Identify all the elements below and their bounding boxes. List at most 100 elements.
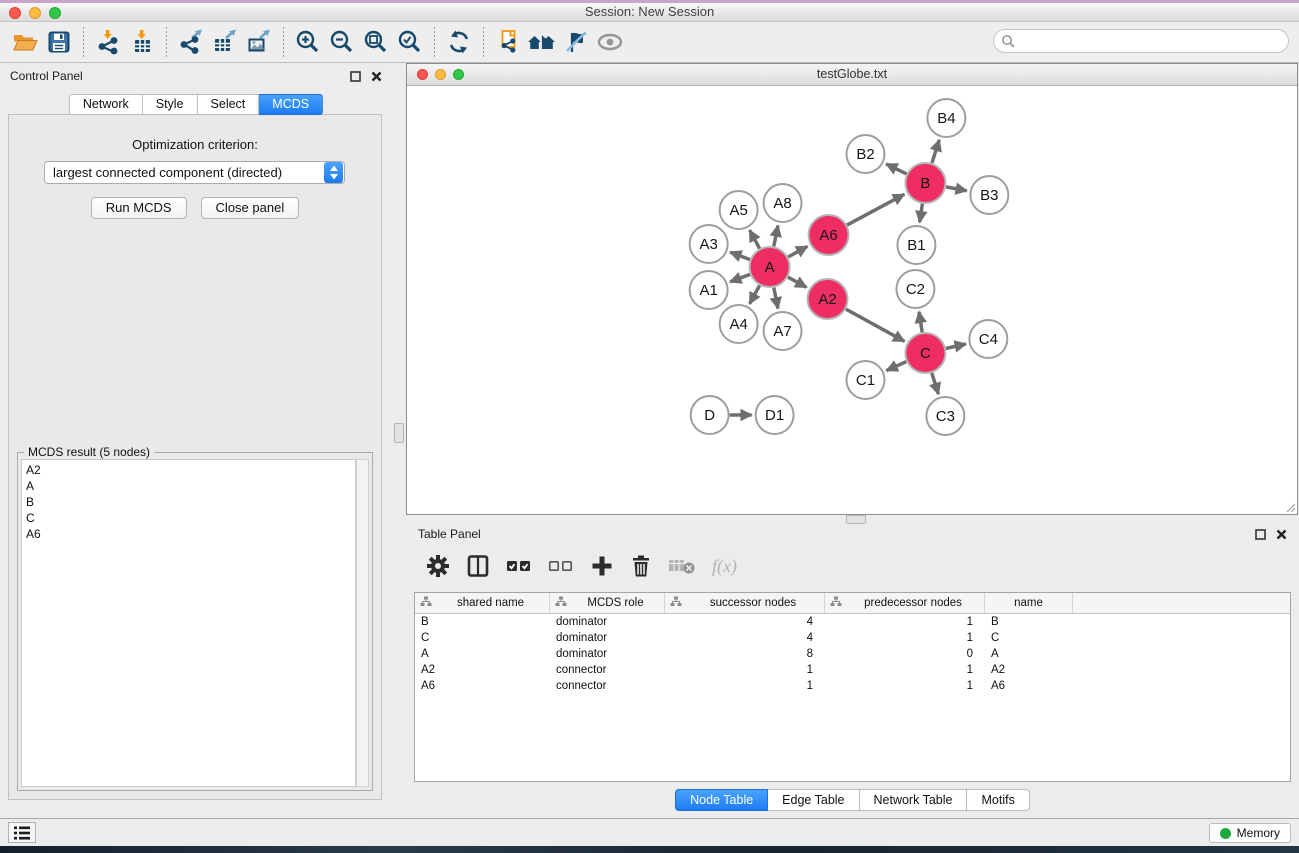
edge-C-C3[interactable] bbox=[932, 373, 939, 394]
node-B4[interactable]: B4 bbox=[927, 99, 965, 137]
tab-network[interactable]: Network bbox=[69, 94, 143, 115]
edge-A-A5[interactable] bbox=[750, 230, 760, 248]
create-column-plus-icon[interactable] bbox=[590, 554, 614, 578]
edge-B-B4[interactable] bbox=[932, 140, 939, 163]
node-C2[interactable]: C2 bbox=[896, 270, 934, 308]
search-field[interactable] bbox=[993, 29, 1289, 53]
edge-A-A1[interactable] bbox=[730, 274, 750, 282]
table-row[interactable]: Adominator80A bbox=[415, 646, 1290, 662]
node-D1[interactable]: D1 bbox=[756, 396, 794, 434]
tab-select[interactable]: Select bbox=[198, 94, 260, 115]
close-panel-button[interactable]: Close panel bbox=[201, 197, 300, 219]
network-zoom-button[interactable] bbox=[453, 69, 464, 80]
cybrowser-home-icon[interactable] bbox=[525, 26, 559, 58]
mcds-list-scrollbar[interactable] bbox=[356, 459, 369, 787]
open-session-icon[interactable] bbox=[8, 26, 42, 58]
task-history-button[interactable] bbox=[8, 822, 36, 843]
column-header-successor-nodes[interactable]: successor nodes bbox=[665, 593, 825, 613]
zoom-selected-icon[interactable] bbox=[393, 26, 427, 58]
edge-B-B1[interactable] bbox=[920, 204, 923, 222]
edge-B-B2[interactable] bbox=[886, 164, 906, 174]
network-minimize-button[interactable] bbox=[435, 69, 446, 80]
refresh-icon[interactable] bbox=[442, 26, 476, 58]
node-A7[interactable]: A7 bbox=[764, 312, 802, 350]
node-B[interactable]: B bbox=[905, 163, 945, 203]
tab-motifs[interactable]: Motifs bbox=[967, 789, 1029, 811]
mcds-result-item[interactable]: C bbox=[26, 510, 355, 526]
resize-grip-icon[interactable] bbox=[1284, 501, 1296, 513]
select-all-icon[interactable] bbox=[506, 554, 532, 578]
tab-edge-table[interactable]: Edge Table bbox=[768, 789, 859, 811]
node-A2[interactable]: A2 bbox=[808, 279, 848, 319]
deselect-all-icon[interactable] bbox=[548, 554, 574, 578]
import-network-icon[interactable] bbox=[91, 26, 125, 58]
float-panel-icon[interactable] bbox=[350, 71, 361, 82]
delete-rows-trash-icon[interactable] bbox=[630, 554, 652, 578]
export-table-icon[interactable] bbox=[208, 26, 242, 58]
edge-A-A4[interactable] bbox=[750, 285, 760, 303]
close-panel-icon[interactable] bbox=[1276, 529, 1287, 540]
node-A1[interactable]: A1 bbox=[690, 271, 728, 309]
edge-A-A6[interactable] bbox=[788, 246, 807, 257]
table-row[interactable]: A6connector11A6 bbox=[415, 678, 1290, 694]
edge-A-A8[interactable] bbox=[774, 226, 778, 247]
node-A8[interactable]: A8 bbox=[764, 184, 802, 222]
node-B2[interactable]: B2 bbox=[847, 135, 885, 173]
minimize-window-button[interactable] bbox=[29, 7, 41, 19]
column-header-predecessor-nodes[interactable]: predecessor nodes bbox=[825, 593, 985, 613]
node-B3[interactable]: B3 bbox=[970, 176, 1008, 214]
node-C1[interactable]: C1 bbox=[847, 361, 885, 399]
table-options-gear-icon[interactable] bbox=[426, 554, 450, 578]
node-C3[interactable]: C3 bbox=[926, 397, 964, 435]
node-B1[interactable]: B1 bbox=[897, 226, 935, 264]
edge-C-C2[interactable] bbox=[919, 312, 922, 333]
close-panel-icon[interactable] bbox=[371, 71, 382, 82]
network-canvas[interactable]: B4 B2 B B3 A8A5 A6 A3 B1 A C2 A1 A2 A4A7 C4 C C1 C3 D D1 bbox=[407, 86, 1297, 514]
zoom-out-icon[interactable] bbox=[325, 26, 359, 58]
optimization-criterion-select[interactable]: largest connected component (directed) bbox=[44, 161, 345, 184]
node-C[interactable]: C bbox=[905, 333, 945, 373]
save-session-icon[interactable] bbox=[42, 26, 76, 58]
node-A3[interactable]: A3 bbox=[690, 225, 728, 263]
tab-mcds[interactable]: MCDS bbox=[259, 94, 323, 115]
node-C4[interactable]: C4 bbox=[969, 320, 1007, 358]
toggle-graphics-details-icon[interactable] bbox=[559, 26, 593, 58]
tab-network-table[interactable]: Network Table bbox=[860, 789, 968, 811]
column-header-mcds-role[interactable]: MCDS role bbox=[550, 593, 665, 613]
node-A6[interactable]: A6 bbox=[809, 215, 849, 255]
node-table[interactable]: shared nameMCDS rolesuccessor nodesprede… bbox=[414, 592, 1291, 782]
mcds-result-item[interactable]: B bbox=[26, 494, 355, 510]
table-row[interactable]: Bdominator41B bbox=[415, 614, 1290, 630]
close-window-button[interactable] bbox=[9, 7, 21, 19]
network-window-titlebar[interactable]: testGlobe.txt bbox=[407, 64, 1297, 86]
edge-A-A3[interactable] bbox=[730, 252, 750, 260]
new-session-from-network-icon[interactable] bbox=[491, 26, 525, 58]
show-column-icon[interactable] bbox=[466, 554, 490, 578]
tab-style[interactable]: Style bbox=[143, 94, 198, 115]
edge-B-B3[interactable] bbox=[946, 187, 967, 191]
import-table-icon[interactable] bbox=[125, 26, 159, 58]
edge-C-C4[interactable] bbox=[946, 344, 966, 348]
export-image-icon[interactable] bbox=[242, 26, 276, 58]
zoom-in-icon[interactable] bbox=[291, 26, 325, 58]
memory-button[interactable]: Memory bbox=[1209, 823, 1291, 843]
mcds-result-item[interactable]: A6 bbox=[26, 526, 355, 542]
vertical-splitter-grip[interactable] bbox=[394, 423, 404, 443]
node-D[interactable]: D bbox=[691, 396, 729, 434]
edge-A6-B[interactable] bbox=[847, 194, 904, 225]
edge-A2-C[interactable] bbox=[846, 309, 905, 341]
search-input[interactable] bbox=[1016, 31, 1288, 51]
node-A[interactable]: A bbox=[750, 247, 790, 287]
node-A4[interactable]: A4 bbox=[720, 305, 758, 343]
node-A5[interactable]: A5 bbox=[720, 191, 758, 229]
edge-A-A2[interactable] bbox=[788, 277, 807, 287]
edge-C-C1[interactable] bbox=[886, 362, 906, 371]
export-network-icon[interactable] bbox=[174, 26, 208, 58]
network-close-button[interactable] bbox=[417, 69, 428, 80]
table-row[interactable]: A2connector11A2 bbox=[415, 662, 1290, 678]
mcds-result-item[interactable]: A bbox=[26, 478, 355, 494]
zoom-fit-icon[interactable] bbox=[359, 26, 393, 58]
column-header-shared-name[interactable]: shared name bbox=[415, 593, 550, 613]
edge-A-A7[interactable] bbox=[774, 288, 778, 309]
show-hide-eye-icon[interactable] bbox=[593, 26, 627, 58]
